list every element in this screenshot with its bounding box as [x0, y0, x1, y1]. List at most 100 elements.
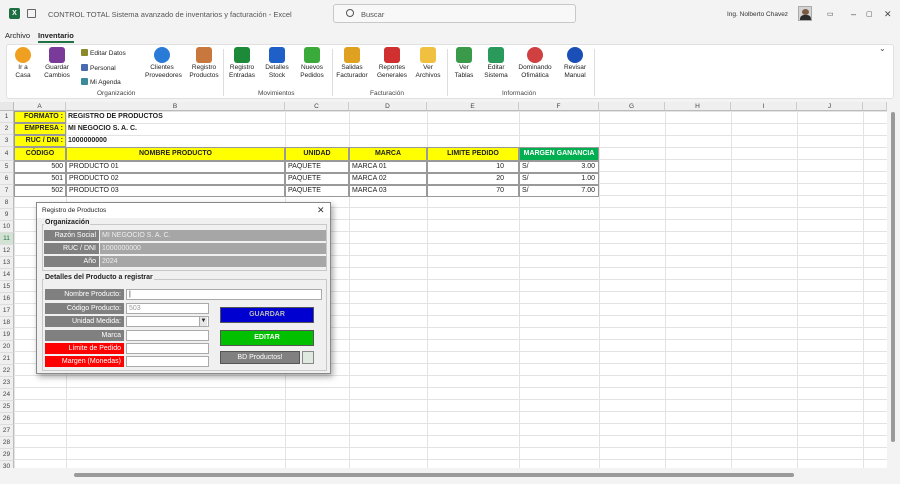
row-header[interactable]: 25 — [0, 401, 14, 413]
margen-input[interactable] — [126, 356, 209, 367]
row-header[interactable]: 19 — [0, 329, 14, 341]
row-header[interactable]: 4 — [0, 147, 14, 161]
maximize-icon[interactable]: ▢ — [866, 10, 873, 19]
row-header[interactable]: 29 — [0, 449, 14, 461]
label-empresa[interactable]: EMPRESA : — [14, 123, 66, 135]
save-changes-button[interactable]: Guardar Cambios — [41, 47, 73, 80]
col-header-i[interactable]: I — [731, 102, 797, 111]
nuevos-pedidos-button[interactable]: Nuevos Pedidos — [297, 47, 327, 80]
value-formato[interactable]: REGISTRO DE PRODUCTOS — [66, 111, 285, 123]
save-icon[interactable] — [27, 9, 36, 18]
table-cell[interactable]: 501 — [14, 173, 66, 185]
scroll-thumb[interactable] — [74, 473, 794, 477]
header-unidad[interactable]: UNIDAD — [285, 147, 349, 161]
limite-pedido-input[interactable] — [126, 343, 209, 354]
row-header[interactable]: 6 — [0, 173, 14, 185]
close-icon[interactable]: ✕ — [317, 205, 325, 216]
row-header[interactable]: 2 — [0, 123, 14, 135]
row-header[interactable]: 16 — [0, 293, 14, 305]
table-cell[interactable]: 500 — [14, 161, 66, 173]
table-cell[interactable]: 502 — [14, 185, 66, 197]
row-header[interactable]: 9 — [0, 209, 14, 221]
registro-entradas-button[interactable]: Registro Entradas — [227, 47, 257, 80]
guardar-button[interactable]: GUARDAR — [220, 307, 314, 323]
ver-archivos-button[interactable]: Ver Archivos — [414, 47, 442, 80]
value-ruc[interactable]: 1000000000 — [66, 135, 285, 147]
row-header[interactable]: 17 — [0, 305, 14, 317]
menu-archivo[interactable]: Archivo — [5, 31, 30, 40]
mi-agenda-button[interactable]: Mi Agenda — [81, 78, 121, 87]
select-all-corner[interactable] — [0, 102, 14, 111]
salidas-button[interactable]: Salidas Facturador — [334, 47, 370, 80]
dominando-button[interactable]: Dominando Ofimática — [515, 47, 555, 80]
reportes-button[interactable]: Reportes Generales — [375, 47, 409, 80]
col-header-e[interactable]: E — [427, 102, 519, 111]
editar-datos-button[interactable]: Editar Datos — [81, 49, 126, 58]
header-margen[interactable]: MARGEN GANANCIA — [519, 147, 599, 161]
row-header[interactable]: 15 — [0, 281, 14, 293]
table-cell[interactable]: PAQUETE — [285, 173, 349, 185]
search-input[interactable]: Buscar — [333, 4, 576, 23]
table-cell[interactable]: PRODUCTO 03 — [66, 185, 285, 197]
col-header-g[interactable]: G — [599, 102, 665, 111]
row-header[interactable]: 12 — [0, 245, 14, 257]
registro-productos-button[interactable]: Registro Productos — [188, 47, 220, 80]
excel-file-icon[interactable] — [302, 351, 314, 364]
label-formato[interactable]: FORMATO : — [14, 111, 66, 123]
unidad-medida-select[interactable]: ▼ — [126, 316, 209, 327]
menu-inventario[interactable]: Inventario — [38, 31, 74, 43]
collapse-ribbon-icon[interactable]: ⌄ — [879, 44, 886, 53]
ribbon-display-icon[interactable]: ▭ — [827, 10, 834, 19]
header-marca[interactable]: MARCA — [349, 147, 427, 161]
table-cell[interactable]: S/7.00 — [519, 185, 599, 197]
table-cell[interactable]: MARCA 03 — [349, 185, 427, 197]
col-header-f[interactable]: F — [519, 102, 599, 111]
table-cell[interactable]: PAQUETE — [285, 185, 349, 197]
row-header[interactable]: 18 — [0, 317, 14, 329]
col-header-d[interactable]: D — [349, 102, 427, 111]
row-header[interactable]: 7 — [0, 185, 14, 197]
table-cell[interactable]: S/1.00 — [519, 173, 599, 185]
row-header[interactable]: 13 — [0, 257, 14, 269]
table-cell[interactable]: PAQUETE — [285, 161, 349, 173]
codigo-producto-input[interactable]: 503 — [126, 303, 209, 314]
row-header[interactable]: 3 — [0, 135, 14, 147]
nombre-producto-input[interactable]: | — [126, 289, 322, 300]
row-header[interactable]: 5 — [0, 161, 14, 173]
col-header-a[interactable]: A — [14, 102, 66, 111]
ver-tablas-button[interactable]: Ver Tablas — [451, 47, 477, 80]
col-header-j[interactable]: J — [797, 102, 863, 111]
row-header[interactable]: 8 — [0, 197, 14, 209]
value-empresa[interactable]: MI NEGOCIO S. A. C. — [66, 123, 285, 135]
table-cell[interactable]: 70 — [427, 185, 519, 197]
header-limite[interactable]: LIMITE PEDIDO — [427, 147, 519, 161]
row-header[interactable]: 20 — [0, 341, 14, 353]
revisar-manual-button[interactable]: Revisar Manual — [560, 47, 590, 80]
avatar[interactable] — [798, 6, 812, 21]
editar-button[interactable]: EDITAR — [220, 330, 314, 346]
row-header[interactable]: 27 — [0, 425, 14, 437]
home-button[interactable]: Ir a Casa — [11, 47, 35, 80]
row-header[interactable]: 24 — [0, 389, 14, 401]
row-header[interactable]: 21 — [0, 353, 14, 365]
label-ruc[interactable]: RUC / DNI : — [14, 135, 66, 147]
table-cell[interactable]: 20 — [427, 173, 519, 185]
bd-productos-button[interactable]: BD Productos! — [220, 351, 300, 364]
col-header-b[interactable]: B — [66, 102, 285, 111]
row-header[interactable]: 23 — [0, 377, 14, 389]
editar-sistema-button[interactable]: Editar Sistema — [481, 47, 511, 80]
col-header-h[interactable]: H — [665, 102, 731, 111]
marca-input[interactable] — [126, 330, 209, 341]
personal-button[interactable]: Personal — [81, 64, 116, 73]
table-cell[interactable]: 10 — [427, 161, 519, 173]
row-header[interactable]: 30 — [0, 461, 14, 468]
header-codigo[interactable]: CÓDIGO — [14, 147, 66, 161]
row-header[interactable]: 11 — [0, 233, 14, 245]
chevron-down-icon[interactable]: ▼ — [199, 317, 207, 326]
col-header-c[interactable]: C — [285, 102, 349, 111]
detalles-stock-button[interactable]: Detalles Stock — [263, 47, 291, 80]
table-cell[interactable]: PRODUCTO 01 — [66, 161, 285, 173]
col-header-extra[interactable] — [863, 102, 887, 111]
row-header[interactable]: 28 — [0, 437, 14, 449]
vertical-scrollbar[interactable] — [887, 102, 900, 468]
